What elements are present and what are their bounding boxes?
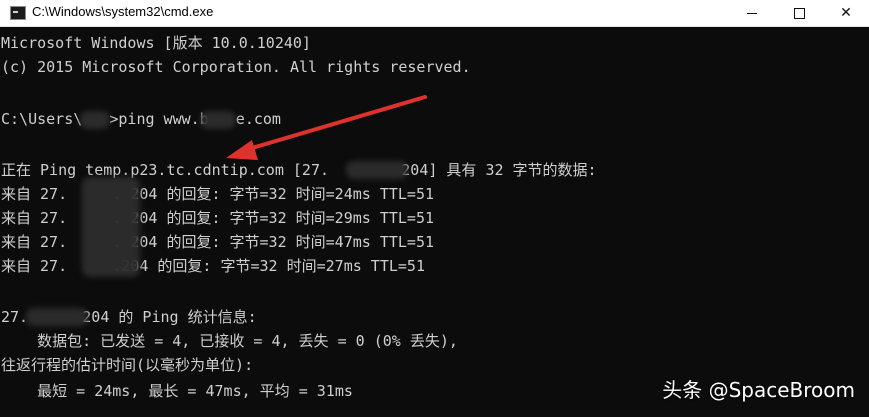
title-bar: C:\Windows\system32\cmd.exe ✕ [0,0,869,27]
maximize-icon [793,7,805,19]
cmd-app-icon [10,6,26,20]
maximize-button[interactable] [776,0,822,26]
watermark: 头条 @SpaceBroom [662,378,855,402]
close-icon: ✕ [840,5,852,21]
annotation-arrow [226,95,427,160]
window-title: C:\Windows\system32\cmd.exe [32,4,214,19]
minimize-icon [747,12,757,14]
console-area[interactable]: Microsoft Windows [版本 10.0.10240] (c) 20… [0,27,869,417]
close-button[interactable]: ✕ [823,0,869,26]
minimize-button[interactable] [729,0,775,26]
